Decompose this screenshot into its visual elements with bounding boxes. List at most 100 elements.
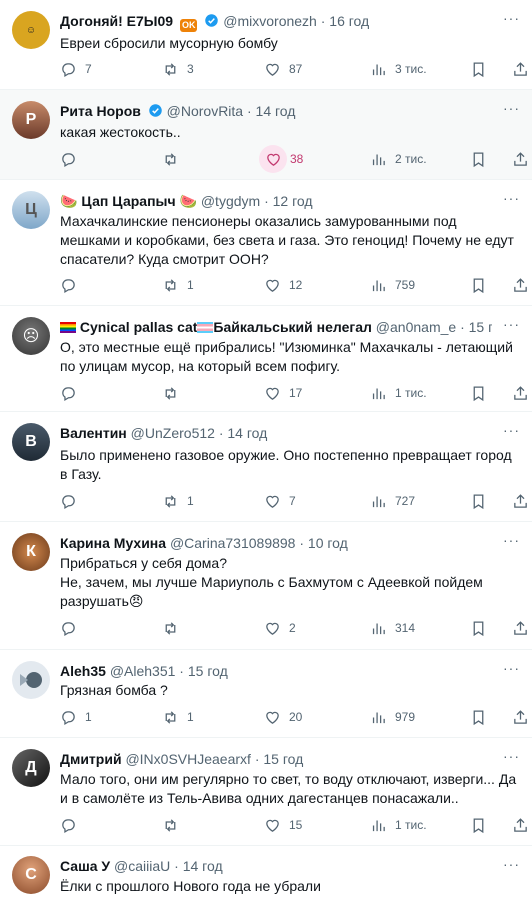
more-icon[interactable]: ··· bbox=[503, 10, 520, 26]
retweet-button[interactable]: 1 bbox=[162, 274, 194, 296]
timestamp[interactable]: 15 год bbox=[188, 663, 228, 679]
timestamp[interactable]: 16 год bbox=[329, 13, 369, 29]
handle[interactable]: @UnZero512 bbox=[131, 425, 215, 441]
handle[interactable]: @NorovRita bbox=[167, 103, 243, 119]
bookmark-button[interactable] bbox=[470, 382, 487, 404]
share-button[interactable] bbox=[512, 58, 529, 80]
views-button[interactable]: 314 bbox=[370, 617, 415, 639]
avatar[interactable]: Д bbox=[12, 749, 50, 787]
share-button[interactable] bbox=[512, 814, 529, 836]
bookmark-button[interactable] bbox=[470, 148, 487, 170]
reply-button[interactable] bbox=[60, 382, 77, 404]
like-button[interactable]: 87 bbox=[264, 58, 302, 80]
tweet[interactable]: С Саша У @caiiiaU · 14 год ··· Ёлки с пр… bbox=[0, 846, 532, 908]
display-name[interactable]: Цап Царапыч bbox=[81, 193, 175, 209]
share-button[interactable] bbox=[512, 382, 529, 404]
tweet[interactable]: ☺ Догоняй! E7Ы09 OK @mixvoronezh · 16 го… bbox=[0, 0, 532, 90]
reply-button[interactable]: 1 bbox=[60, 706, 92, 728]
bookmark-button[interactable] bbox=[470, 617, 487, 639]
reply-button[interactable] bbox=[60, 274, 77, 296]
reply-button[interactable] bbox=[60, 148, 77, 170]
avatar[interactable]: Р bbox=[12, 101, 50, 139]
more-icon[interactable]: ··· bbox=[503, 422, 520, 438]
tweet[interactable]: ☹ Cynical pallas cat Байкальський нелегал… bbox=[0, 306, 532, 412]
views-button[interactable]: 2 тис. bbox=[370, 148, 427, 170]
share-button[interactable] bbox=[512, 490, 529, 512]
more-icon[interactable]: ··· bbox=[503, 748, 520, 764]
share-button[interactable] bbox=[512, 148, 529, 170]
avatar[interactable]: В bbox=[12, 423, 50, 461]
timestamp[interactable]: 14 год bbox=[227, 425, 267, 441]
retweet-button[interactable] bbox=[162, 148, 179, 170]
retweet-button[interactable] bbox=[162, 814, 179, 836]
like-button[interactable]: 20 bbox=[264, 706, 302, 728]
handle[interactable]: @Carina731089898 bbox=[170, 535, 296, 551]
display-name[interactable]: Саша У bbox=[60, 858, 110, 874]
tweet[interactable]: К Карина Мухина @Carina731089898 · 10 го… bbox=[0, 522, 532, 650]
like-button[interactable]: 17 bbox=[264, 382, 302, 404]
like-button[interactable]: 7 bbox=[264, 490, 296, 512]
tweet[interactable]: Д Дмитрий @INx0SVHJeaearxf · 15 год ··· … bbox=[0, 738, 532, 846]
more-icon[interactable]: ··· bbox=[503, 190, 520, 206]
like-button[interactable]: 12 bbox=[264, 274, 302, 296]
retweet-button[interactable] bbox=[162, 382, 179, 404]
views-button[interactable]: 1 тис. bbox=[370, 382, 427, 404]
avatar[interactable]: Ц bbox=[12, 191, 50, 229]
handle[interactable]: @mixvoronezh bbox=[223, 13, 317, 29]
like-button[interactable]: 38 bbox=[259, 145, 303, 173]
timestamp[interactable]: 14 год bbox=[256, 103, 296, 119]
avatar[interactable]: ☺ bbox=[12, 11, 50, 49]
bookmark-button[interactable] bbox=[470, 58, 487, 80]
share-button[interactable] bbox=[512, 706, 529, 728]
like-button[interactable]: 2 bbox=[264, 617, 296, 639]
retweet-button[interactable]: 1 bbox=[162, 706, 194, 728]
retweet-button[interactable]: 3 bbox=[162, 58, 194, 80]
share-button[interactable] bbox=[512, 274, 529, 296]
timestamp[interactable]: 10 год bbox=[308, 535, 348, 551]
views-button[interactable]: 979 bbox=[370, 706, 415, 728]
tweet[interactable]: Р Рита Норов @NorovRita · 14 год ··· как… bbox=[0, 90, 532, 180]
display-name[interactable]: Карина Мухина bbox=[60, 535, 166, 551]
bookmark-button[interactable] bbox=[470, 814, 487, 836]
more-icon[interactable]: ··· bbox=[503, 856, 520, 872]
more-icon[interactable]: ··· bbox=[503, 316, 520, 332]
views-button[interactable]: 727 bbox=[370, 490, 415, 512]
share-button[interactable] bbox=[512, 617, 529, 639]
avatar[interactable]: С bbox=[12, 856, 50, 894]
more-icon[interactable]: ··· bbox=[503, 660, 520, 676]
timestamp[interactable]: 15 год bbox=[263, 751, 303, 767]
timestamp[interactable]: 12 год bbox=[273, 193, 313, 209]
display-name[interactable]: Догоняй! E7Ы09 bbox=[60, 13, 173, 29]
timestamp[interactable]: 15 год bbox=[469, 319, 492, 335]
display-name[interactable]: Cynical pallas cat bbox=[80, 319, 198, 335]
tweet[interactable]: Aleh35 @Aleh351 · 15 год ··· Грязная бом… bbox=[0, 650, 532, 738]
tweet[interactable]: В Валентин @UnZero512 · 14 год ··· Было … bbox=[0, 412, 532, 522]
display-name-suffix[interactable]: Байкальський нелегал bbox=[213, 319, 372, 335]
views-button[interactable]: 1 тис. bbox=[370, 814, 427, 836]
like-button[interactable]: 15 bbox=[264, 814, 302, 836]
bookmark-button[interactable] bbox=[470, 706, 487, 728]
more-icon[interactable]: ··· bbox=[503, 532, 520, 548]
views-button[interactable]: 759 bbox=[370, 274, 415, 296]
display-name[interactable]: Рита Норов bbox=[60, 103, 141, 119]
reply-button[interactable] bbox=[60, 617, 77, 639]
handle[interactable]: @INx0SVHJeaearxf bbox=[125, 751, 250, 767]
more-icon[interactable]: ··· bbox=[503, 100, 520, 116]
avatar[interactable]: ☹ bbox=[12, 317, 50, 355]
bookmark-button[interactable] bbox=[470, 490, 487, 512]
avatar[interactable] bbox=[12, 661, 50, 699]
retweet-button[interactable] bbox=[162, 617, 179, 639]
display-name[interactable]: Aleh35 bbox=[60, 663, 106, 679]
tweet[interactable]: Ц 🍉 Цап Царапыч 🍉 @tygdym · 12 год ··· М… bbox=[0, 180, 532, 306]
handle[interactable]: @caiiiaU bbox=[114, 858, 170, 874]
timestamp[interactable]: 14 год bbox=[183, 858, 223, 874]
reply-button[interactable] bbox=[60, 490, 77, 512]
bookmark-button[interactable] bbox=[470, 274, 487, 296]
views-button[interactable]: 3 тис. bbox=[370, 58, 427, 80]
display-name[interactable]: Валентин bbox=[60, 425, 127, 441]
reply-button[interactable]: 7 bbox=[60, 58, 92, 80]
display-name[interactable]: Дмитрий bbox=[60, 751, 122, 767]
handle[interactable]: @Aleh351 bbox=[110, 663, 176, 679]
retweet-button[interactable]: 1 bbox=[162, 490, 194, 512]
handle[interactable]: @an0nam_e bbox=[376, 319, 456, 335]
